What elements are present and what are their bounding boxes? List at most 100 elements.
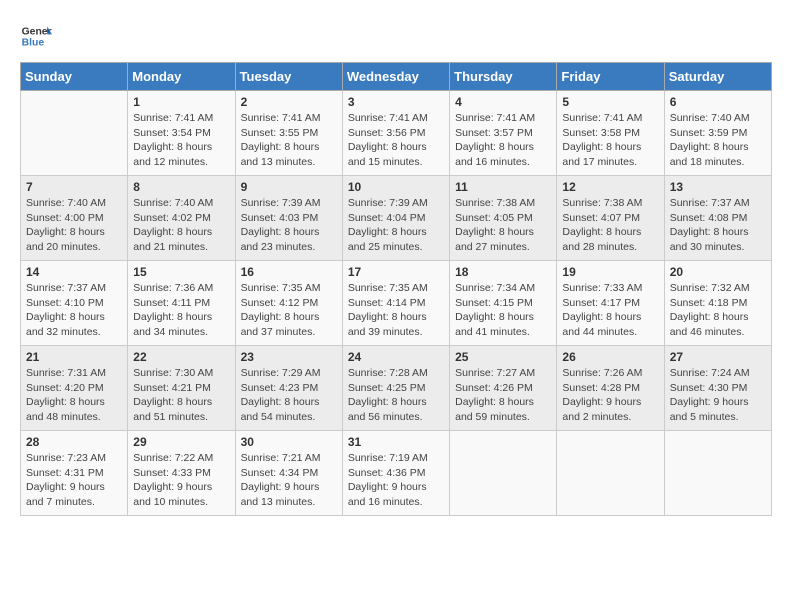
- calendar-cell: 2 Sunrise: 7:41 AM Sunset: 3:55 PM Daylig…: [235, 91, 342, 176]
- day-detail: Sunrise: 7:40 AM Sunset: 4:00 PM Dayligh…: [26, 196, 122, 255]
- calendar-cell: 13 Sunrise: 7:37 AM Sunset: 4:08 PM Dayli…: [664, 176, 771, 261]
- day-number: 18: [455, 265, 551, 279]
- day-number: 8: [133, 180, 229, 194]
- header-friday: Friday: [557, 63, 664, 91]
- calendar-cell: [450, 431, 557, 516]
- calendar-cell: 1Sunrise: 7:41 AM Sunset: 3:54 PM Daylig…: [128, 91, 235, 176]
- day-number: 31: [348, 435, 444, 449]
- day-detail: Sunrise: 7:29 AM Sunset: 4:23 PM Dayligh…: [241, 366, 337, 425]
- day-number: 4: [455, 95, 551, 109]
- calendar-cell: 12 Sunrise: 7:38 AM Sunset: 4:07 PM Dayli…: [557, 176, 664, 261]
- day-detail: Sunrise: 7:40 AM Sunset: 4:02 PM Dayligh…: [133, 196, 229, 255]
- calendar-week-row: 21 Sunrise: 7:31 AM Sunset: 4:20 PM Dayli…: [21, 346, 772, 431]
- calendar-cell: 5Sunrise: 7:41 AM Sunset: 3:58 PM Daylig…: [557, 91, 664, 176]
- day-number: 15: [133, 265, 229, 279]
- calendar-cell: 16Sunrise: 7:35 AM Sunset: 4:12 PM Dayli…: [235, 261, 342, 346]
- day-number: 28: [26, 435, 122, 449]
- day-number: 29: [133, 435, 229, 449]
- calendar-cell: 30 Sunrise: 7:21 AM Sunset: 4:34 PM Dayli…: [235, 431, 342, 516]
- day-detail: Sunrise: 7:39 AM Sunset: 4:03 PM Dayligh…: [241, 196, 337, 255]
- day-number: 10: [348, 180, 444, 194]
- calendar-cell: 8 Sunrise: 7:40 AM Sunset: 4:02 PM Daylig…: [128, 176, 235, 261]
- calendar-cell: 28Sunrise: 7:23 AM Sunset: 4:31 PM Dayli…: [21, 431, 128, 516]
- header-wednesday: Wednesday: [342, 63, 449, 91]
- calendar-cell: 14 Sunrise: 7:37 AM Sunset: 4:10 PM Dayli…: [21, 261, 128, 346]
- day-number: 2: [241, 95, 337, 109]
- calendar-cell: [664, 431, 771, 516]
- calendar-week-row: 14 Sunrise: 7:37 AM Sunset: 4:10 PM Dayli…: [21, 261, 772, 346]
- day-number: 14: [26, 265, 122, 279]
- day-detail: Sunrise: 7:31 AM Sunset: 4:20 PM Dayligh…: [26, 366, 122, 425]
- day-number: 12: [562, 180, 658, 194]
- calendar-cell: 22 Sunrise: 7:30 AM Sunset: 4:21 PM Dayli…: [128, 346, 235, 431]
- day-detail: Sunrise: 7:41 AM Sunset: 3:55 PM Dayligh…: [241, 111, 337, 170]
- day-detail: Sunrise: 7:22 AM Sunset: 4:33 PM Dayligh…: [133, 451, 229, 510]
- calendar-cell: 17 Sunrise: 7:35 AM Sunset: 4:14 PM Dayli…: [342, 261, 449, 346]
- header-thursday: Thursday: [450, 63, 557, 91]
- calendar-cell: 3 Sunrise: 7:41 AM Sunset: 3:56 PM Daylig…: [342, 91, 449, 176]
- day-detail: Sunrise: 7:41 AM Sunset: 3:57 PM Dayligh…: [455, 111, 551, 170]
- day-detail: Sunrise: 7:41 AM Sunset: 3:54 PM Dayligh…: [133, 111, 229, 170]
- calendar-cell: 7 Sunrise: 7:40 AM Sunset: 4:00 PM Daylig…: [21, 176, 128, 261]
- calendar-week-row: 28Sunrise: 7:23 AM Sunset: 4:31 PM Dayli…: [21, 431, 772, 516]
- header-tuesday: Tuesday: [235, 63, 342, 91]
- calendar-cell: 11 Sunrise: 7:38 AM Sunset: 4:05 PM Dayli…: [450, 176, 557, 261]
- day-detail: Sunrise: 7:28 AM Sunset: 4:25 PM Dayligh…: [348, 366, 444, 425]
- day-detail: Sunrise: 7:19 AM Sunset: 4:36 PM Dayligh…: [348, 451, 444, 510]
- day-detail: Sunrise: 7:37 AM Sunset: 4:08 PM Dayligh…: [670, 196, 766, 255]
- calendar-cell: 9Sunrise: 7:39 AM Sunset: 4:03 PM Daylig…: [235, 176, 342, 261]
- day-number: 24: [348, 350, 444, 364]
- calendar-cell: 15 Sunrise: 7:36 AM Sunset: 4:11 PM Dayli…: [128, 261, 235, 346]
- calendar-cell: 27 Sunrise: 7:24 AM Sunset: 4:30 PM Dayli…: [664, 346, 771, 431]
- day-detail: Sunrise: 7:34 AM Sunset: 4:15 PM Dayligh…: [455, 281, 551, 340]
- calendar-cell: 23 Sunrise: 7:29 AM Sunset: 4:23 PM Dayli…: [235, 346, 342, 431]
- header-row: SundayMondayTuesdayWednesdayThursdayFrid…: [21, 63, 772, 91]
- day-number: 20: [670, 265, 766, 279]
- calendar-cell: 29 Sunrise: 7:22 AM Sunset: 4:33 PM Dayli…: [128, 431, 235, 516]
- day-detail: Sunrise: 7:26 AM Sunset: 4:28 PM Dayligh…: [562, 366, 658, 425]
- day-detail: Sunrise: 7:41 AM Sunset: 3:56 PM Dayligh…: [348, 111, 444, 170]
- day-number: 26: [562, 350, 658, 364]
- day-number: 27: [670, 350, 766, 364]
- day-number: 7: [26, 180, 122, 194]
- day-detail: Sunrise: 7:30 AM Sunset: 4:21 PM Dayligh…: [133, 366, 229, 425]
- day-number: 16: [241, 265, 337, 279]
- day-detail: Sunrise: 7:40 AM Sunset: 3:59 PM Dayligh…: [670, 111, 766, 170]
- day-detail: Sunrise: 7:32 AM Sunset: 4:18 PM Dayligh…: [670, 281, 766, 340]
- logo: General Blue: [20, 20, 58, 52]
- svg-text:Blue: Blue: [22, 38, 45, 49]
- day-number: 30: [241, 435, 337, 449]
- header-saturday: Saturday: [664, 63, 771, 91]
- day-number: 22: [133, 350, 229, 364]
- calendar-cell: 4 Sunrise: 7:41 AM Sunset: 3:57 PM Daylig…: [450, 91, 557, 176]
- calendar-cell: 19Sunrise: 7:33 AM Sunset: 4:17 PM Dayli…: [557, 261, 664, 346]
- day-detail: Sunrise: 7:35 AM Sunset: 4:14 PM Dayligh…: [348, 281, 444, 340]
- day-number: 17: [348, 265, 444, 279]
- day-number: 21: [26, 350, 122, 364]
- calendar-cell: 20 Sunrise: 7:32 AM Sunset: 4:18 PM Dayli…: [664, 261, 771, 346]
- day-detail: Sunrise: 7:38 AM Sunset: 4:07 PM Dayligh…: [562, 196, 658, 255]
- day-number: 13: [670, 180, 766, 194]
- calendar-cell: 6 Sunrise: 7:40 AM Sunset: 3:59 PM Daylig…: [664, 91, 771, 176]
- day-detail: Sunrise: 7:24 AM Sunset: 4:30 PM Dayligh…: [670, 366, 766, 425]
- day-number: 23: [241, 350, 337, 364]
- calendar-cell: 24 Sunrise: 7:28 AM Sunset: 4:25 PM Dayli…: [342, 346, 449, 431]
- day-detail: Sunrise: 7:21 AM Sunset: 4:34 PM Dayligh…: [241, 451, 337, 510]
- header-sunday: Sunday: [21, 63, 128, 91]
- calendar-cell: 18 Sunrise: 7:34 AM Sunset: 4:15 PM Dayli…: [450, 261, 557, 346]
- day-number: 6: [670, 95, 766, 109]
- page-header: General Blue: [20, 20, 772, 52]
- day-detail: Sunrise: 7:38 AM Sunset: 4:05 PM Dayligh…: [455, 196, 551, 255]
- day-number: 3: [348, 95, 444, 109]
- day-detail: Sunrise: 7:37 AM Sunset: 4:10 PM Dayligh…: [26, 281, 122, 340]
- calendar-cell: 26 Sunrise: 7:26 AM Sunset: 4:28 PM Dayli…: [557, 346, 664, 431]
- day-detail: Sunrise: 7:41 AM Sunset: 3:58 PM Dayligh…: [562, 111, 658, 170]
- day-detail: Sunrise: 7:36 AM Sunset: 4:11 PM Dayligh…: [133, 281, 229, 340]
- calendar-cell: [21, 91, 128, 176]
- calendar-cell: 25 Sunrise: 7:27 AM Sunset: 4:26 PM Dayli…: [450, 346, 557, 431]
- day-number: 25: [455, 350, 551, 364]
- calendar-table: SundayMondayTuesdayWednesdayThursdayFrid…: [20, 62, 772, 516]
- day-number: 11: [455, 180, 551, 194]
- calendar-week-row: 1Sunrise: 7:41 AM Sunset: 3:54 PM Daylig…: [21, 91, 772, 176]
- day-detail: Sunrise: 7:27 AM Sunset: 4:26 PM Dayligh…: [455, 366, 551, 425]
